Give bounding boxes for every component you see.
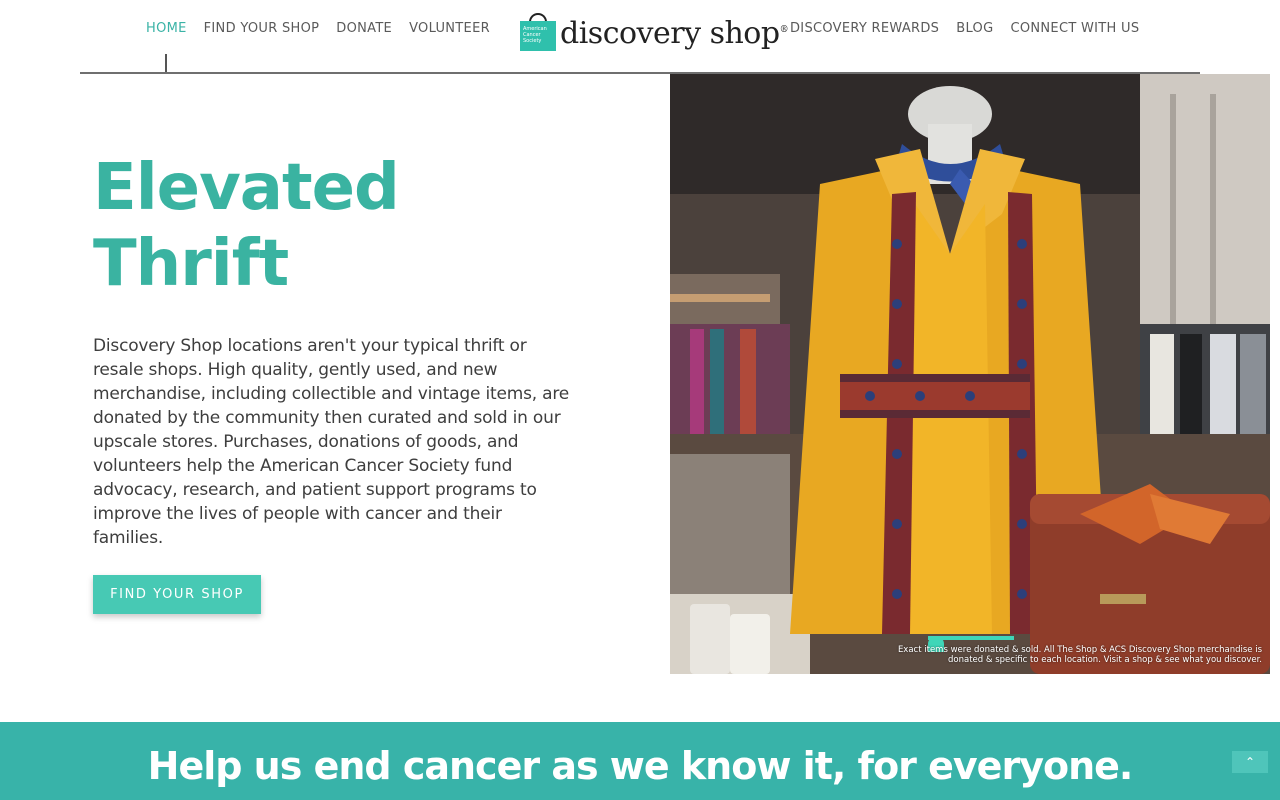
- back-to-top-button[interactable]: ⌃: [1232, 751, 1268, 773]
- nav-blog[interactable]: BLOG: [956, 19, 993, 39]
- hero-title-line2: Thrift: [93, 227, 289, 301]
- nav-home[interactable]: HOME: [146, 19, 187, 39]
- photo-caption: Exact items were donated & sold. All The…: [897, 645, 1262, 665]
- nav-find-your-shop[interactable]: FIND YOUR SHOP: [204, 19, 320, 39]
- shopping-bag-logo-icon: American Cancer Society: [520, 13, 556, 51]
- nav-donate[interactable]: DONATE: [336, 19, 392, 39]
- site-header: HOME FIND YOUR SHOP DONATE VOLUNTEER Ame…: [0, 0, 1280, 74]
- hero-title-line1: Elevated: [93, 151, 400, 225]
- nav-discovery-rewards[interactable]: DISCOVERY REWARDS: [790, 19, 939, 39]
- nav-volunteer[interactable]: VOLUNTEER: [409, 19, 490, 39]
- logo-wordmark: discovery shop®: [560, 16, 789, 51]
- store-mannequin-illustration: [670, 74, 1270, 674]
- photo-marker-bar: [928, 636, 1014, 640]
- active-nav-indicator: [165, 54, 167, 72]
- primary-nav-left: HOME FIND YOUR SHOP DONATE VOLUNTEER: [146, 19, 507, 39]
- site-logo[interactable]: American Cancer Society discovery shop®: [520, 12, 789, 52]
- logo-badge-text: American Cancer Society: [523, 26, 547, 44]
- mission-banner: Help us end cancer as we know it, for ev…: [0, 722, 1280, 800]
- chevron-up-icon: ⌃: [1244, 755, 1256, 769]
- mission-banner-title: Help us end cancer as we know it, for ev…: [147, 744, 1134, 788]
- hero-photo: Exact items were donated & sold. All The…: [670, 74, 1270, 674]
- nav-connect-with-us[interactable]: CONNECT WITH US: [1010, 19, 1139, 39]
- hero-description: Discovery Shop locations aren't your typ…: [93, 336, 570, 548]
- hero-title: Elevated Thrift: [93, 150, 613, 302]
- find-your-shop-button[interactable]: FIND YOUR SHOP: [93, 575, 261, 614]
- primary-nav-right: DISCOVERY REWARDS BLOG CONNECT WITH US: [790, 19, 1156, 39]
